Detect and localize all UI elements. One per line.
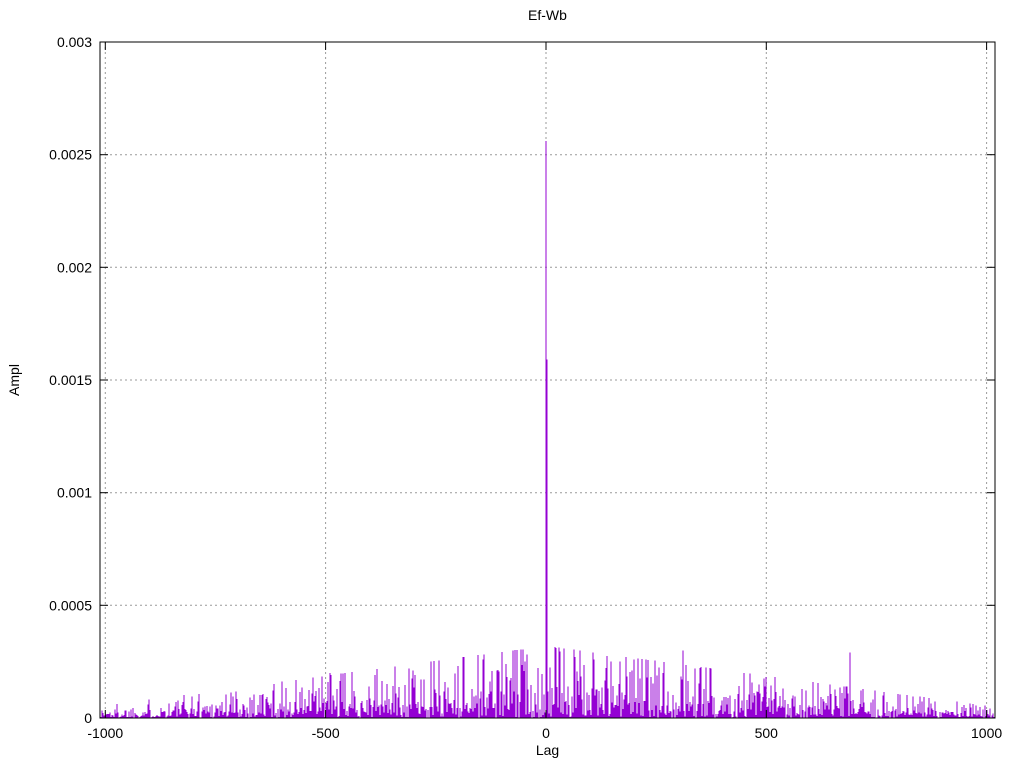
y-tick-label: 0.0015 [49, 372, 92, 388]
plot-svg: -1000 -500 0 500 1000 0 0.0005 0.001 0.0015 0.002… [49, 34, 1002, 741]
series-line [99, 141, 996, 718]
x-tick-label: 0 [542, 725, 550, 741]
x-tick-label: -1000 [87, 725, 123, 741]
y-axis-label: Ampl [6, 364, 22, 396]
y-tick-label: 0.003 [57, 34, 92, 50]
y-tick-label: 0 [84, 710, 92, 726]
x-tick-label: 500 [755, 725, 779, 741]
data-series [99, 141, 996, 718]
y-tick-label: 0.0025 [49, 147, 92, 163]
tick-labels: -1000 -500 0 500 1000 0 0.0005 0.001 0.0015 0.002… [49, 34, 1002, 741]
y-tick-label: 0.0005 [49, 597, 92, 613]
y-tick-label: 0.002 [57, 259, 92, 275]
chart-container: -1000 -500 0 500 1000 0 0.0005 0.001 0.0015 0.002… [0, 0, 1024, 768]
y-tick-label: 0.001 [57, 485, 92, 501]
x-tick-label: -500 [312, 725, 340, 741]
x-tick-label: 1000 [971, 725, 1002, 741]
chart-title: Ef-Wb [528, 7, 567, 23]
x-axis-label: Lag [535, 742, 560, 758]
